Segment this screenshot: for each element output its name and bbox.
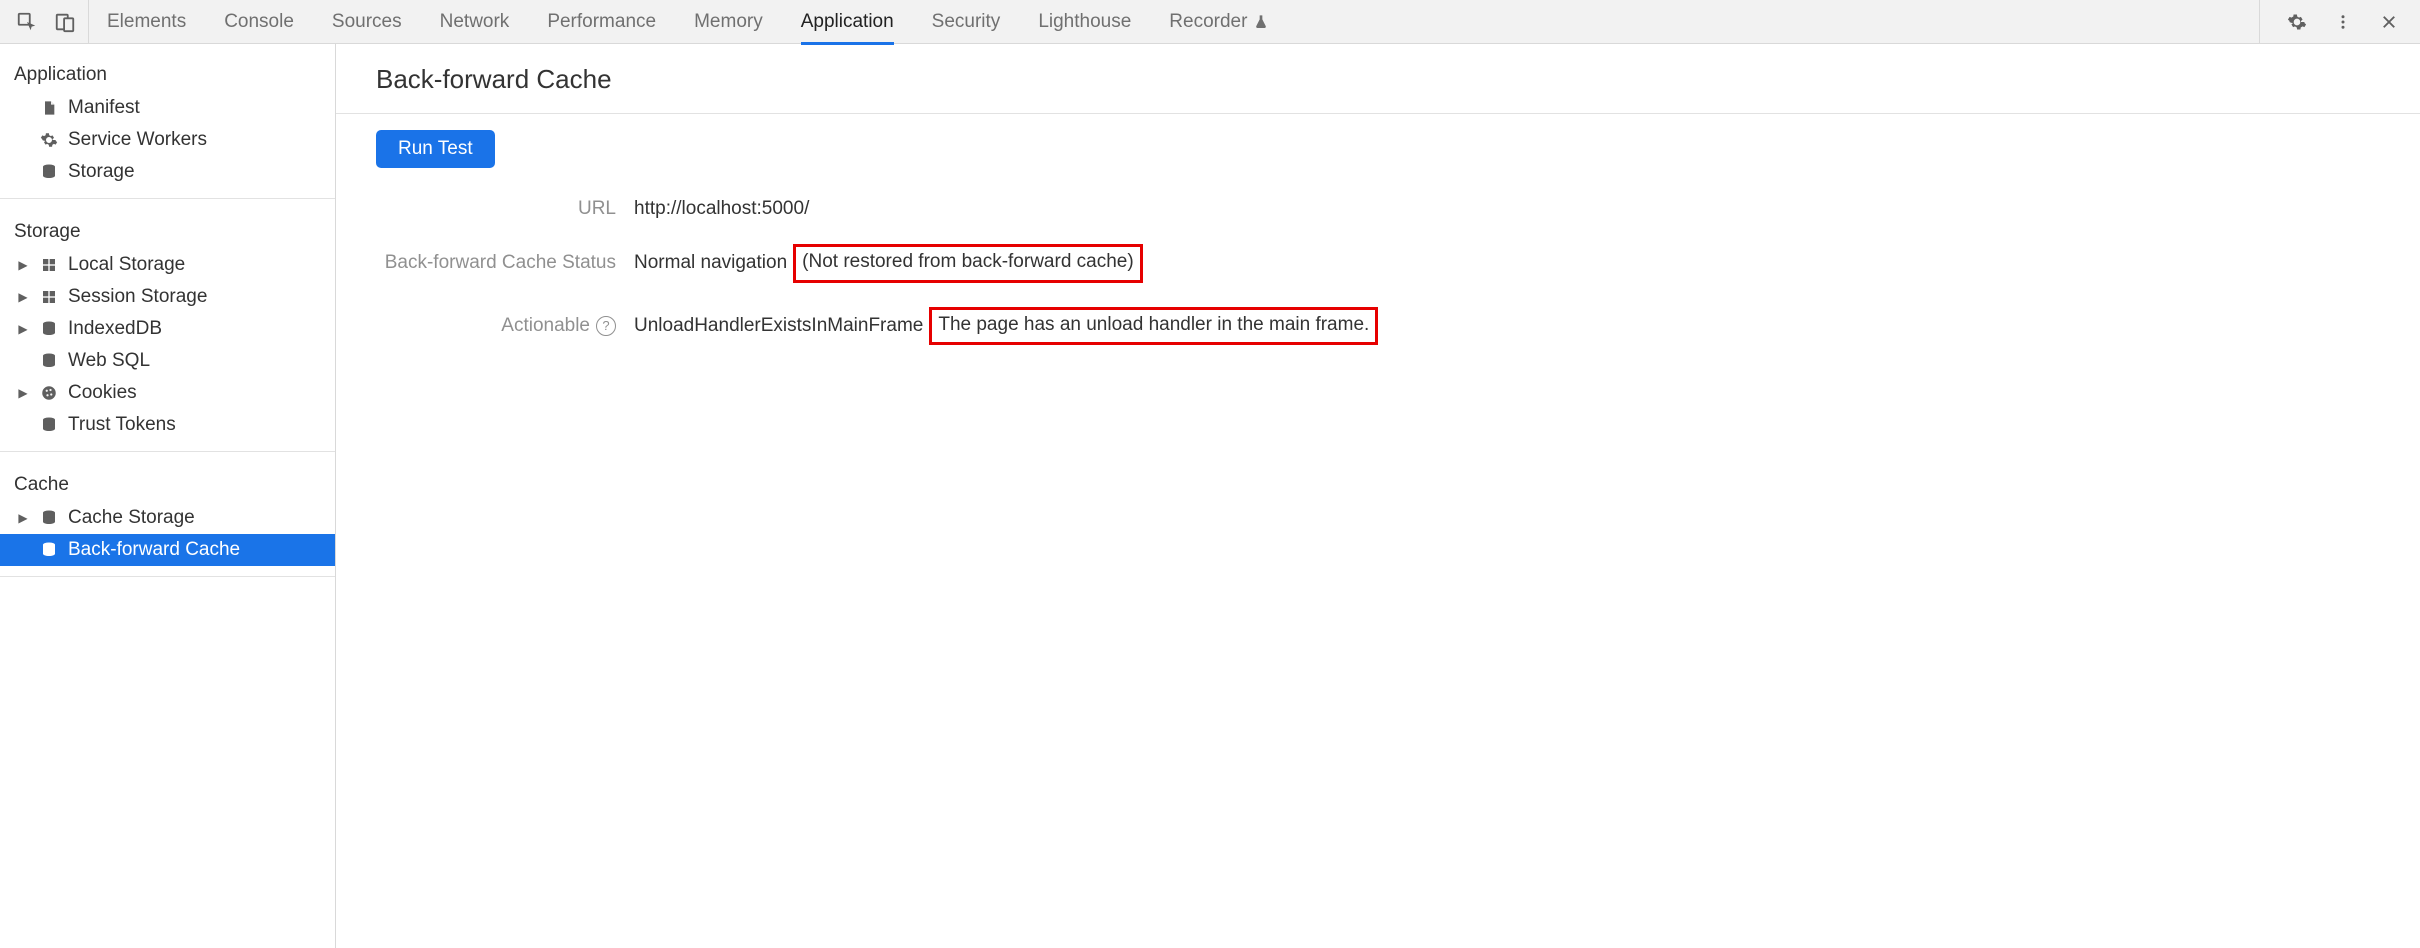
- chevron-right-icon: ▶: [16, 511, 30, 525]
- sidebar-group-application: Application: [0, 52, 335, 92]
- inspect-element-icon[interactable]: [14, 9, 40, 35]
- actionable-value: UnloadHandlerExistsInMainFrame The page …: [634, 307, 2380, 346]
- sidebar-item-local-storage[interactable]: ▶ Local Storage: [0, 249, 335, 281]
- actionable-highlight: The page has an unload handler in the ma…: [929, 307, 1378, 346]
- tab-security[interactable]: Security: [932, 0, 1001, 44]
- tab-elements[interactable]: Elements: [107, 0, 186, 44]
- storage-icon: [38, 320, 60, 338]
- storage-icon: [38, 163, 60, 181]
- storage-icon: [38, 541, 60, 559]
- application-sidebar: Application Manifest Service Workers Sto…: [0, 44, 336, 948]
- help-icon[interactable]: ?: [596, 316, 616, 336]
- sidebar-item-trust-tokens[interactable]: Trust Tokens: [0, 409, 335, 441]
- file-icon: [38, 99, 60, 117]
- gear-icon: [38, 131, 60, 149]
- chevron-right-icon: ▶: [16, 290, 30, 304]
- sidebar-item-storage[interactable]: Storage: [0, 156, 335, 188]
- sidebar-item-service-workers[interactable]: Service Workers: [0, 124, 335, 156]
- chevron-right-icon: ▶: [16, 258, 30, 272]
- flask-icon: [1253, 14, 1269, 30]
- storage-icon: [38, 509, 60, 527]
- toolbar-right-group: [2259, 0, 2420, 43]
- tab-recorder[interactable]: Recorder: [1169, 0, 1269, 44]
- sidebar-item-session-storage[interactable]: ▶ Session Storage: [0, 281, 335, 313]
- tab-lighthouse[interactable]: Lighthouse: [1038, 0, 1131, 44]
- bfcache-status-value: Normal navigation (Not restored from bac…: [634, 244, 2380, 283]
- page-title: Back-forward Cache: [336, 44, 2420, 113]
- more-vertical-icon[interactable]: [2330, 9, 2356, 35]
- main-panel: Back-forward Cache Run Test URL http://l…: [336, 44, 2420, 948]
- sidebar-item-cache-storage[interactable]: ▶ Cache Storage: [0, 502, 335, 534]
- url-value: http://localhost:5000/: [634, 198, 2380, 220]
- settings-gear-icon[interactable]: [2284, 9, 2310, 35]
- sidebar-item-websql[interactable]: Web SQL: [0, 345, 335, 377]
- storage-icon: [38, 416, 60, 434]
- tab-memory[interactable]: Memory: [694, 0, 763, 44]
- sidebar-item-cookies[interactable]: ▶ Cookies: [0, 377, 335, 409]
- sidebar-item-indexeddb[interactable]: ▶ IndexedDB: [0, 313, 335, 345]
- sidebar-item-back-forward-cache[interactable]: Back-forward Cache: [0, 534, 335, 566]
- tab-sources[interactable]: Sources: [332, 0, 402, 44]
- devtools-toolbar: Elements Console Sources Network Perform…: [0, 0, 2420, 44]
- chevron-right-icon: ▶: [16, 386, 30, 400]
- close-icon[interactable]: [2376, 9, 2402, 35]
- cookie-icon: [38, 384, 60, 402]
- bfcache-status-highlight: (Not restored from back-forward cache): [793, 244, 1143, 283]
- grid-icon: [38, 257, 60, 273]
- tab-application[interactable]: Application: [801, 0, 894, 44]
- sidebar-group-cache: Cache: [0, 462, 335, 502]
- grid-icon: [38, 289, 60, 305]
- url-label: URL: [376, 198, 616, 220]
- tab-console[interactable]: Console: [224, 0, 294, 44]
- chevron-right-icon: ▶: [16, 322, 30, 336]
- storage-icon: [38, 352, 60, 370]
- device-toggle-icon[interactable]: [52, 9, 78, 35]
- tab-network[interactable]: Network: [440, 0, 510, 44]
- run-test-button[interactable]: Run Test: [376, 130, 495, 168]
- actionable-label: Actionable ?: [376, 315, 616, 337]
- toolbar-left-group: [0, 0, 89, 43]
- tab-performance[interactable]: Performance: [547, 0, 656, 44]
- bfcache-status-label: Back-forward Cache Status: [376, 252, 616, 274]
- sidebar-item-manifest[interactable]: Manifest: [0, 92, 335, 124]
- devtools-tabs: Elements Console Sources Network Perform…: [89, 0, 2259, 43]
- sidebar-group-storage: Storage: [0, 209, 335, 249]
